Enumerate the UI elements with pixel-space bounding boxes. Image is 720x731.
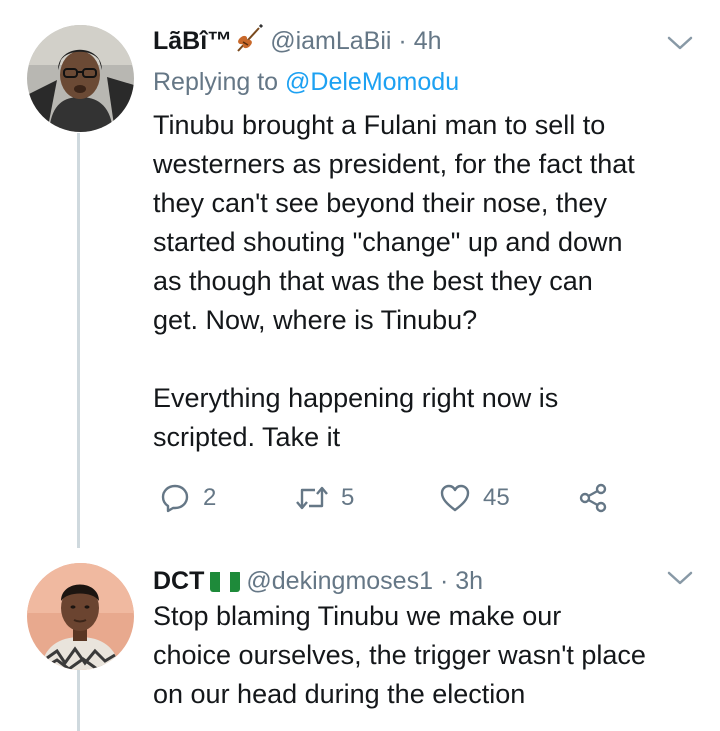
- timestamp[interactable]: 3h: [455, 567, 483, 595]
- chevron-down-icon[interactable]: [665, 568, 695, 588]
- replying-prefix: Replying to: [153, 68, 279, 96]
- separator: ·: [439, 567, 449, 595]
- reply-button[interactable]: 2: [159, 478, 216, 518]
- avatar[interactable]: [27, 563, 134, 670]
- separator: ·: [398, 27, 407, 55]
- share-icon: [577, 482, 609, 514]
- avatar[interactable]: [27, 25, 134, 132]
- thread-line: [77, 668, 80, 731]
- tweet-header: DCT @dekingmoses1 · 3h: [153, 565, 483, 597]
- tweet-actions: 2 5 45: [153, 478, 673, 518]
- reply-icon: [159, 482, 191, 514]
- handle[interactable]: @dekingmoses1: [246, 567, 433, 595]
- timestamp[interactable]: 4h: [414, 27, 442, 55]
- reply-count: 2: [203, 484, 217, 511]
- handle[interactable]: @iamLaBii: [270, 27, 391, 55]
- tweet-text: Stop blaming Tinubu we make our choice o…: [153, 601, 646, 709]
- like-count: 45: [483, 484, 510, 511]
- chevron-down-icon[interactable]: [665, 33, 695, 53]
- display-name[interactable]: DCT: [153, 567, 204, 595]
- replying-to: Replying to @DeleMomodu: [153, 65, 459, 99]
- tweet-text: Tinubu brought a Fulani man to sell to w…: [153, 110, 635, 452]
- share-button[interactable]: [577, 478, 609, 518]
- retweet-button[interactable]: 5: [295, 478, 354, 518]
- tweet[interactable]: LãBî™ @iamLaBii · 4h Replying to @DeleMo…: [0, 0, 720, 548]
- nigeria-flag-icon: [210, 570, 241, 592]
- retweet-icon: [295, 482, 329, 514]
- thread-line: [77, 133, 80, 548]
- mention-link[interactable]: @DeleMomodu: [285, 68, 459, 96]
- display-name[interactable]: LãBî™: [153, 27, 232, 55]
- retweet-count: 5: [341, 484, 355, 511]
- heart-icon: [439, 483, 471, 513]
- violin-icon: [234, 23, 264, 54]
- like-button[interactable]: 45: [439, 478, 510, 518]
- tweet-header: LãBî™ @iamLaBii · 4h: [153, 23, 442, 57]
